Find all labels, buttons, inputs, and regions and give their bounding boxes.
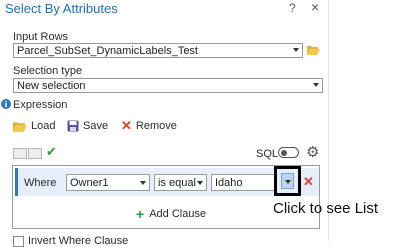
value-text: Idaho [215, 177, 243, 189]
load-button[interactable]: Load [13, 119, 55, 133]
remove-x-icon: ✕ [121, 118, 132, 133]
input-rows-label: Input Rows [13, 31, 69, 43]
where-label: Where [24, 177, 57, 189]
invert-where-label: Invert Where Clause [28, 235, 129, 247]
value-input[interactable]: Idaho [211, 174, 277, 191]
value-list-button[interactable] [281, 173, 294, 189]
input-rows-value: Parcel_SubSet_DynamicLabels_Test [17, 45, 198, 57]
chevron-down-icon [293, 48, 299, 52]
save-button[interactable]: Save [67, 119, 108, 133]
plus-icon: + [136, 206, 145, 222]
verify-check-icon[interactable]: ✔ [46, 144, 57, 160]
chevron-down-icon [140, 181, 146, 185]
close-button[interactable]: × [311, 0, 319, 15]
invert-checkbox[interactable] [13, 236, 24, 247]
add-clause-label: Add Clause [149, 208, 207, 220]
input-rows-dropdown[interactable]: Parcel_SubSet_DynamicLabels_Test [13, 43, 303, 58]
save-label: Save [83, 120, 109, 132]
remove-clause-icon[interactable]: ✕ [303, 174, 314, 190]
chevron-down-icon [313, 83, 319, 87]
load-label: Load [31, 120, 56, 132]
gear-icon[interactable]: ⚙ [306, 143, 319, 161]
sql-view-icon[interactable] [13, 148, 27, 159]
selection-type-value: New selection [17, 80, 86, 92]
operator-dropdown[interactable]: is equal [154, 174, 207, 191]
info-icon[interactable] [1, 99, 11, 109]
chevron-down-icon [197, 181, 203, 185]
add-clause-button[interactable]: + Add Clause [136, 206, 206, 222]
selection-type-label: Selection type [13, 65, 83, 77]
chevron-down-icon [285, 180, 291, 184]
pane-titlebar: Select By Attributes ? × [0, 0, 330, 19]
help-button[interactable]: ? [289, 1, 296, 15]
selection-type-dropdown[interactable]: New selection [13, 78, 323, 93]
operator-value: is equal [158, 177, 196, 189]
remove-label: Remove [135, 120, 177, 132]
sql-toggle[interactable] [278, 147, 299, 158]
clause-view-icon[interactable] [28, 148, 42, 159]
remove-button[interactable]: ✕ Remove [121, 118, 177, 133]
field-dropdown[interactable]: Owner1 [66, 174, 150, 191]
pane-title: Select By Attributes [5, 1, 118, 16]
folder-open-icon [13, 121, 27, 132]
save-disk-icon [67, 120, 79, 132]
toggle-knob [281, 149, 287, 156]
callout-text: Click to see List [273, 200, 379, 217]
expression-label: Expression [13, 99, 68, 111]
sql-label: SQL [256, 148, 279, 160]
folder-open-icon[interactable] [307, 45, 320, 55]
field-value: Owner1 [70, 177, 109, 189]
